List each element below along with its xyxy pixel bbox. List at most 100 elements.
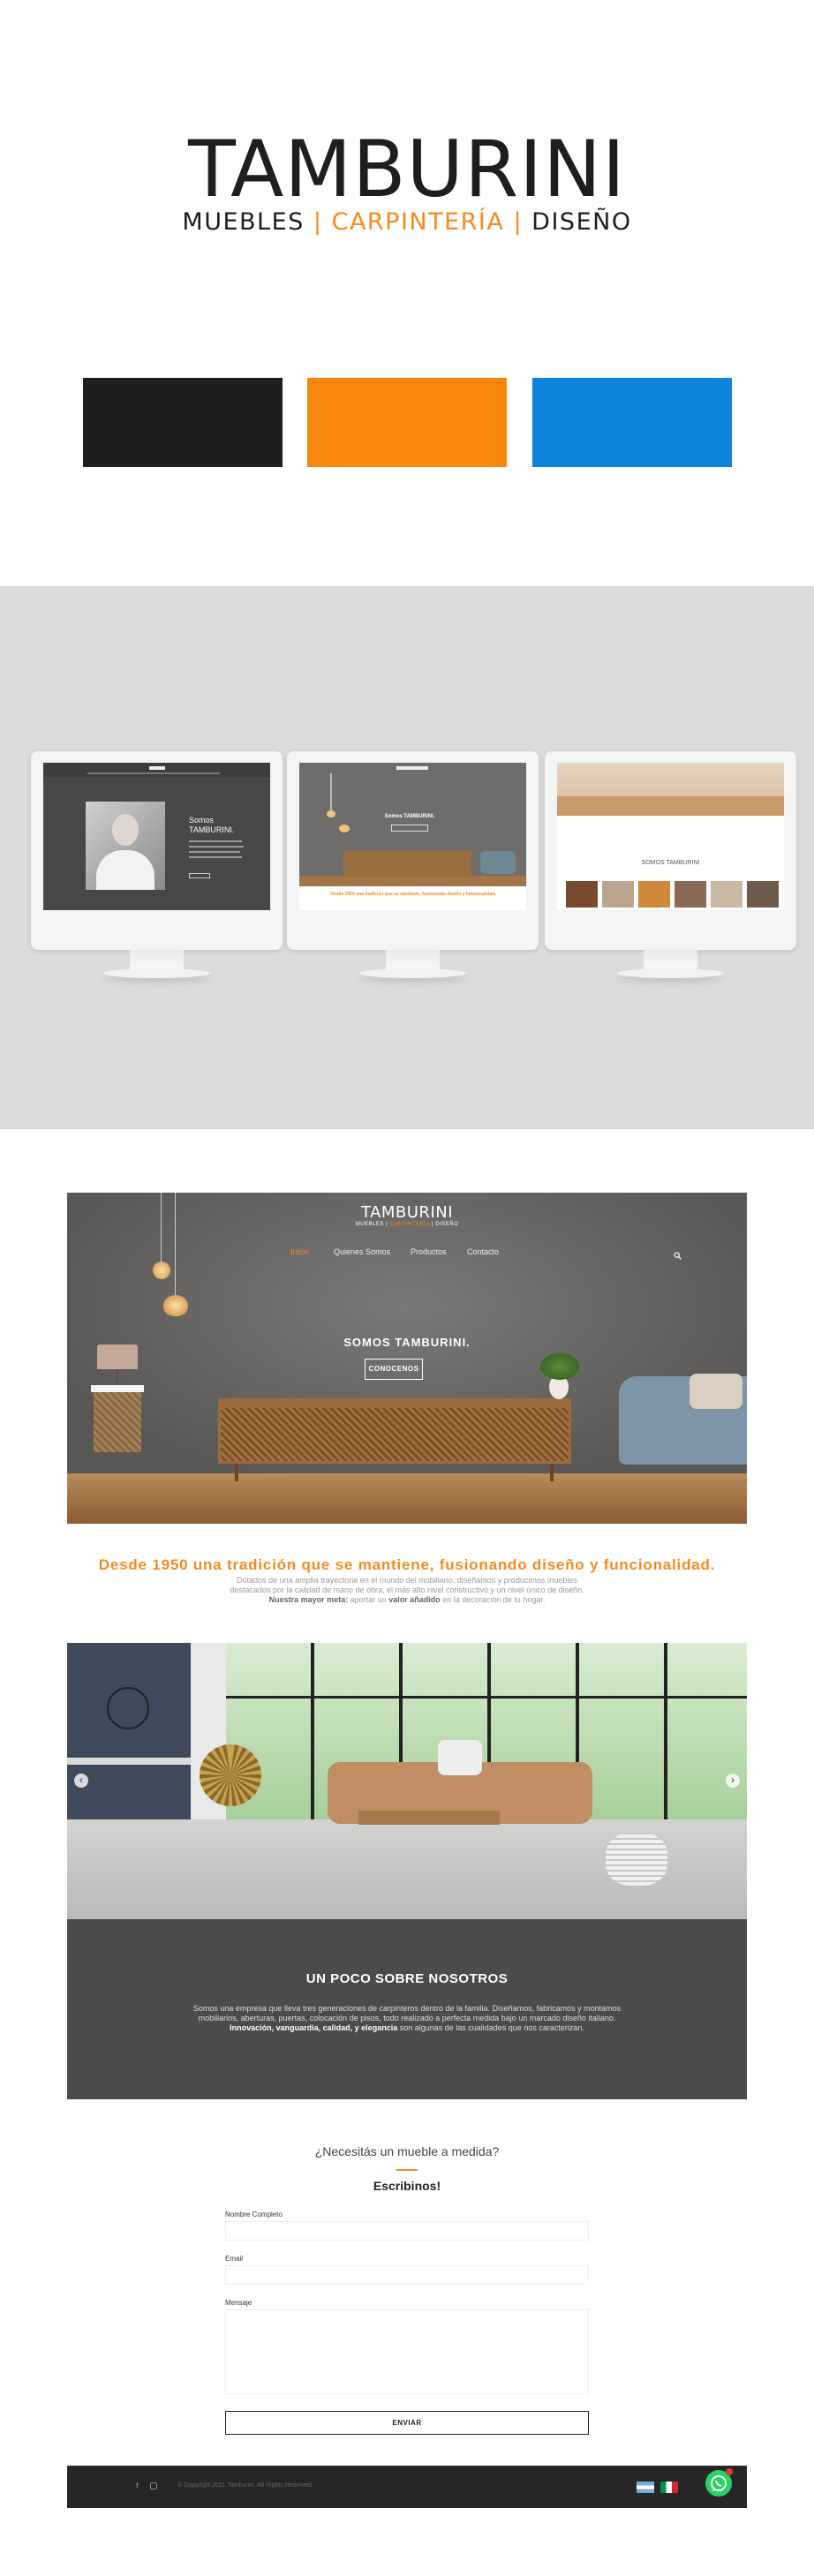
italy-flag-icon[interactable] [660, 2482, 678, 2493]
site-footer: f © Copyright 2021 Tamburini. All Rights… [67, 2466, 747, 2508]
intro-bold-meta: Nuestra mayor meta: [268, 1595, 349, 1604]
screen-heading: Somos TAMBURINI. [189, 816, 235, 834]
message-label: Mensaje [225, 2299, 252, 2307]
screen-text-line [189, 856, 242, 858]
footer-copyright: © Copyright 2021 Tamburini. All Rights R… [177, 2482, 312, 2489]
screen-text-line [189, 840, 242, 842]
monitor-stand-base [103, 968, 210, 978]
name-field[interactable] [225, 2221, 589, 2241]
hero-heading: SOMOS TAMBURINI. [343, 1336, 471, 1349]
hero-wood-floor [67, 1473, 747, 1524]
monitor-stand-base [359, 968, 466, 978]
monitor-mockup: Somos TAMBURINI. Desde 1950 una tradició… [287, 751, 539, 978]
screen-shelf [557, 796, 784, 816]
nav-item-productos[interactable]: Productos [411, 1247, 447, 1256]
nav-item-quienes-somos[interactable]: Quienes Somos [334, 1247, 390, 1256]
tagline-heading: Desde 1950 una tradición que se mantiene… [98, 1556, 716, 1573]
notification-badge [726, 2468, 733, 2475]
thumb-photo [675, 881, 706, 908]
brand-logo-subtitle: MUEBLES | CARPINTERÍA | DISEÑO [0, 208, 814, 236]
brand-sub-muebles: MUEBLES [182, 208, 305, 236]
site-logo[interactable]: TAMBURINI [67, 1203, 747, 1222]
logo-sub-muebles: MUEBLES [355, 1222, 384, 1227]
screen-nav-links [87, 772, 220, 774]
lamp-stand [116, 1369, 118, 1387]
portrait-shirt [96, 850, 155, 890]
about-section: UN POCO SOBRE NOSOTROS Somos una empresa… [67, 1919, 747, 2099]
pendant-lamp [327, 810, 335, 817]
side-table-top [91, 1385, 144, 1392]
image-slider: ‹ › [67, 1643, 747, 1919]
message-field[interactable] [225, 2309, 589, 2394]
rattan-chair [200, 1744, 261, 1806]
contact-heading: Escribinos! [373, 2179, 441, 2193]
rattan-sideboard [218, 1405, 571, 1464]
pendant-lamp [153, 1262, 170, 1279]
argentina-flag-icon[interactable] [637, 2482, 654, 2493]
screen-heading: Somos TAMBURINI. [384, 814, 435, 819]
screen-button [391, 825, 428, 832]
screen-text-line [189, 851, 240, 853]
about-text: Somos una empresa que lleva tres generac… [192, 2004, 622, 2022]
submit-button[interactable]: ENVIAR [225, 2411, 589, 2435]
plant [540, 1353, 579, 1380]
knit-pouf [606, 1833, 667, 1886]
coffee-table [358, 1811, 500, 1825]
thumb-photo [638, 881, 670, 908]
pendant-cord [330, 773, 332, 813]
monitor-mockups-section: Somos TAMBURINI. Somos TAMBURINI. Desde … [0, 586, 814, 1129]
thumb-photo [747, 881, 779, 908]
instagram-icon[interactable] [150, 2482, 157, 2489]
contact-divider [396, 2169, 418, 2171]
wicker-basket [94, 1392, 141, 1452]
slider-prev-button[interactable]: ‹ [74, 1774, 88, 1788]
brand-sub-carpinteria: CARPINTERÍA [331, 208, 505, 236]
thumb-photo [711, 881, 742, 908]
color-swatch-black [83, 378, 283, 467]
name-label: Nombre Completo [225, 2211, 283, 2218]
sideboard-top [218, 1398, 571, 1405]
pendant-lamp [163, 1295, 188, 1316]
hero-conocenos-button[interactable]: CONOCENOS [365, 1359, 423, 1380]
kitchen-counter [67, 1758, 191, 1765]
screen-navbar [43, 763, 270, 777]
thumb-photo [566, 881, 598, 908]
about-text: son algunas de las cualidades que nos ca… [397, 2023, 584, 2032]
monitor-screen: SOMOS TAMBURINI [557, 763, 784, 910]
slider-next-button[interactable]: › [726, 1774, 740, 1788]
cushion [690, 1374, 742, 1409]
intro-bold-value: valor añadido [388, 1595, 441, 1604]
intro-paragraph: Dotados de una amplia trayectoria en el … [222, 1576, 592, 1605]
pendant-cord [161, 1193, 162, 1263]
about-title: UN POCO SOBRE NOSOTROS [305, 1971, 509, 1986]
sideboard-leg [550, 1464, 554, 1481]
intro-text: aportar un [348, 1595, 389, 1604]
screen-button [189, 873, 210, 878]
sideboard [343, 851, 471, 877]
monitor-mockup: SOMOS TAMBURINI [545, 751, 796, 978]
cushion [438, 1740, 482, 1775]
about-bold: Innovación, vanguardia, calidad, y elega… [230, 2023, 398, 2032]
facebook-icon[interactable]: f [136, 2482, 139, 2489]
color-swatch-blue [532, 378, 732, 467]
intro-text: Dotados de una amplia trayectoria en el … [230, 1576, 584, 1594]
monitor-mockup: Somos TAMBURINI. [31, 751, 283, 978]
email-label: Email [225, 2255, 244, 2263]
portrait-photo [86, 802, 165, 890]
armchair [480, 851, 516, 874]
hero-section: TAMBURINI MUEBLES | CARPINTERÍA | DISEÑO… [67, 1193, 747, 1524]
screen-heading: SOMOS TAMBURINI [641, 860, 700, 866]
logo-sub-diseno: DISEÑO [435, 1222, 459, 1227]
sideboard-leg [235, 1464, 238, 1481]
color-swatch-orange [307, 378, 507, 467]
brand-sub-separator: | [313, 208, 323, 236]
brand-logo-title: TAMBURINI [188, 124, 626, 215]
email-field[interactable] [225, 2265, 589, 2285]
pendant-cord [175, 1193, 176, 1297]
nav-item-inicio[interactable]: Inicio [290, 1247, 309, 1256]
screen-tagline: Desde 1950 una tradición que se mantiene… [330, 892, 496, 897]
pendant-lamp [339, 825, 350, 832]
intro-text: en la decoración de tu hogar. [440, 1595, 546, 1604]
nav-item-contacto[interactable]: Contacto [467, 1247, 499, 1256]
search-icon[interactable] [674, 1248, 682, 1260]
